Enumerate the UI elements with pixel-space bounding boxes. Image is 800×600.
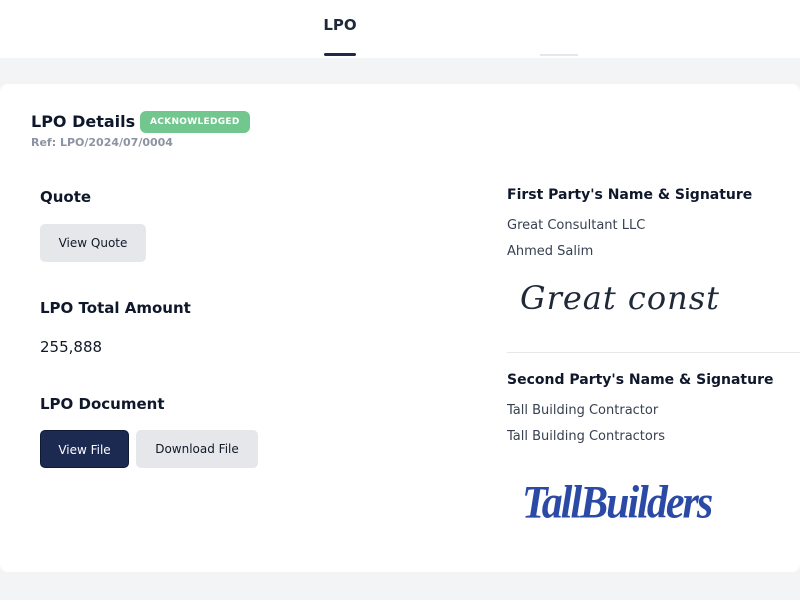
first-party-person: Ahmed Salim <box>507 244 594 259</box>
first-party-heading: First Party's Name & Signature <box>507 187 753 203</box>
page-title: LPO Details <box>31 112 136 131</box>
document-label: LPO Document <box>40 395 165 413</box>
quote-label: Quote <box>40 188 92 206</box>
first-party-signature: Great const <box>520 279 720 317</box>
lpo-details-card: LPO Details ACKNOWLEDGED Ref: LPO/2024/0… <box>0 84 800 572</box>
status-badge: ACKNOWLEDGED <box>140 111 250 133</box>
reference-number: Ref: LPO/2024/07/0004 <box>31 136 173 149</box>
tab-divider <box>540 54 578 56</box>
second-party-person: Tall Building Contractors <box>507 429 665 444</box>
party-divider <box>507 352 800 353</box>
active-tab-indicator <box>324 53 356 56</box>
download-file-button[interactable]: Download File <box>136 430 258 468</box>
total-amount-value: 255,888 <box>40 338 103 356</box>
view-file-button[interactable]: View File <box>40 430 129 468</box>
total-amount-label: LPO Total Amount <box>40 299 191 317</box>
tab-lpo[interactable]: LPO <box>318 16 362 34</box>
tab-bar: LPO <box>0 0 800 58</box>
first-party-company: Great Consultant LLC <box>507 218 646 233</box>
second-party-heading: Second Party's Name & Signature <box>507 372 774 388</box>
second-party-signature: TallBuilders <box>522 477 713 529</box>
second-party-company: Tall Building Contractor <box>507 403 659 418</box>
view-quote-button[interactable]: View Quote <box>40 224 146 262</box>
